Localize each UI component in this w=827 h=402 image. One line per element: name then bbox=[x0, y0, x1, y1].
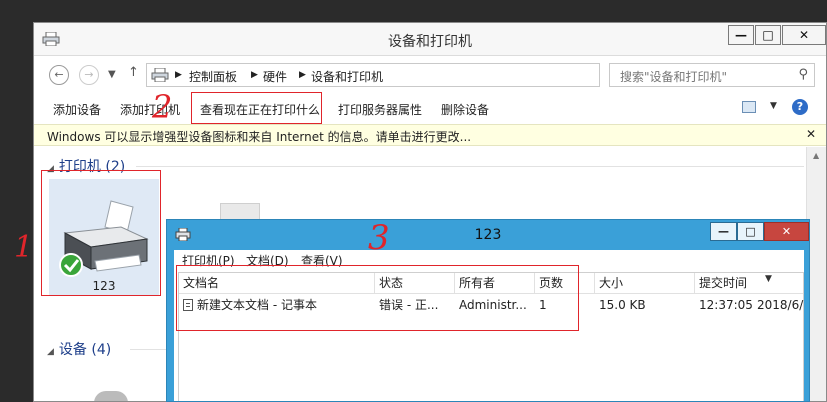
breadcrumb-separator-icon: ▶ bbox=[251, 70, 258, 80]
annotation-box-job-row bbox=[176, 265, 579, 331]
arrow-up-icon: ↑ bbox=[128, 65, 139, 80]
arrow-left-icon: ← bbox=[54, 68, 64, 81]
watermark-logo-icon bbox=[690, 357, 724, 391]
forward-button[interactable]: → bbox=[79, 65, 99, 85]
search-icon[interactable]: ⚲ bbox=[798, 67, 808, 82]
search-placeholder: 搜索"设备和打印机" bbox=[620, 70, 728, 84]
title-bar[interactable]: 设备和打印机 — □ ✕ bbox=[34, 23, 826, 56]
address-bar: ← → ▼ ↑ ▶ 控制面板 ▶ 硬件 ▶ 设备和打印机 ▼ ↻ 搜索"设备和打… bbox=[34, 57, 826, 91]
arrow-right-icon: → bbox=[84, 68, 94, 81]
queue-maximize-button[interactable]: □ bbox=[737, 222, 764, 241]
group-devices-header[interactable]: ◢ 设备 (4) bbox=[47, 339, 111, 359]
search-input[interactable]: 搜索"设备和打印机" ⚲ bbox=[609, 63, 815, 87]
sort-descending-icon: ▼ bbox=[765, 274, 772, 284]
watermark-text: 创新互联 bbox=[732, 366, 801, 385]
breadcrumb-separator-icon: ▶ bbox=[175, 70, 182, 80]
annotation-number-2: 2 bbox=[152, 88, 173, 126]
breadcrumb-control-panel[interactable]: 控制面板 bbox=[189, 68, 237, 85]
annotation-number-3: 3 bbox=[368, 218, 390, 258]
group-devices-label: 设备 (4) bbox=[58, 342, 112, 358]
group-divider bbox=[130, 349, 170, 350]
column-size[interactable]: 大小 bbox=[595, 273, 695, 294]
queue-minimize-button[interactable]: — bbox=[710, 222, 737, 241]
close-button[interactable]: ✕ bbox=[782, 25, 826, 45]
remove-device-button[interactable]: 删除设备 bbox=[441, 101, 489, 118]
scroll-up-icon[interactable]: ▲ bbox=[813, 151, 819, 160]
breadcrumb-hardware[interactable]: 硬件 bbox=[263, 68, 287, 85]
up-button[interactable]: ↑ bbox=[128, 65, 139, 80]
chevron-down-icon: ▼ bbox=[108, 69, 116, 80]
annotation-box-printer bbox=[41, 170, 161, 296]
collapse-triangle-icon: ◢ bbox=[47, 347, 54, 357]
address-input[interactable]: ▶ 控制面板 ▶ 硬件 ▶ 设备和打印机 ▼ ↻ bbox=[146, 63, 704, 87]
queue-close-button[interactable]: ✕ bbox=[764, 222, 809, 241]
recent-locations-button[interactable]: ▼ bbox=[108, 69, 116, 80]
breadcrumb-devices-printers[interactable]: 设备和打印机 bbox=[311, 68, 383, 85]
minimize-button[interactable]: — bbox=[728, 25, 754, 45]
control-panel-icon bbox=[151, 68, 169, 82]
job-date: 2018/6/ bbox=[757, 298, 804, 312]
info-close-icon[interactable]: ✕ bbox=[806, 127, 816, 141]
info-bar-text: Windows 可以显示增强型设备图标和来自 Internet 的信息。请单击进… bbox=[47, 130, 472, 144]
column-submitted[interactable]: 提交时间 bbox=[695, 273, 805, 294]
maximize-button[interactable]: □ bbox=[755, 25, 781, 45]
watermark: 创新互联 bbox=[690, 354, 820, 394]
job-size: 15.0 KB bbox=[599, 298, 646, 312]
change-view-icon[interactable] bbox=[742, 101, 756, 113]
info-bar[interactable]: Windows 可以显示增强型设备图标和来自 Internet 的信息。请单击进… bbox=[34, 124, 826, 146]
breadcrumb-separator-icon: ▶ bbox=[299, 70, 306, 80]
device-icon-partial[interactable] bbox=[94, 391, 128, 401]
window-title: 设备和打印机 bbox=[388, 34, 472, 50]
queue-title-bar[interactable]: 123 — □ ✕ bbox=[167, 220, 809, 250]
chevron-down-icon[interactable]: ▼ bbox=[770, 101, 777, 111]
add-device-button[interactable]: 添加设备 bbox=[53, 101, 101, 118]
job-time: 12:37:05 bbox=[699, 298, 753, 312]
annotation-number-1: 1 bbox=[14, 230, 34, 265]
print-server-properties-button[interactable]: 打印服务器属性 bbox=[338, 101, 422, 118]
back-button[interactable]: ← bbox=[49, 65, 69, 85]
group-divider bbox=[136, 166, 804, 167]
help-icon[interactable]: ? bbox=[792, 99, 808, 115]
annotation-box-see-printing bbox=[191, 92, 322, 124]
